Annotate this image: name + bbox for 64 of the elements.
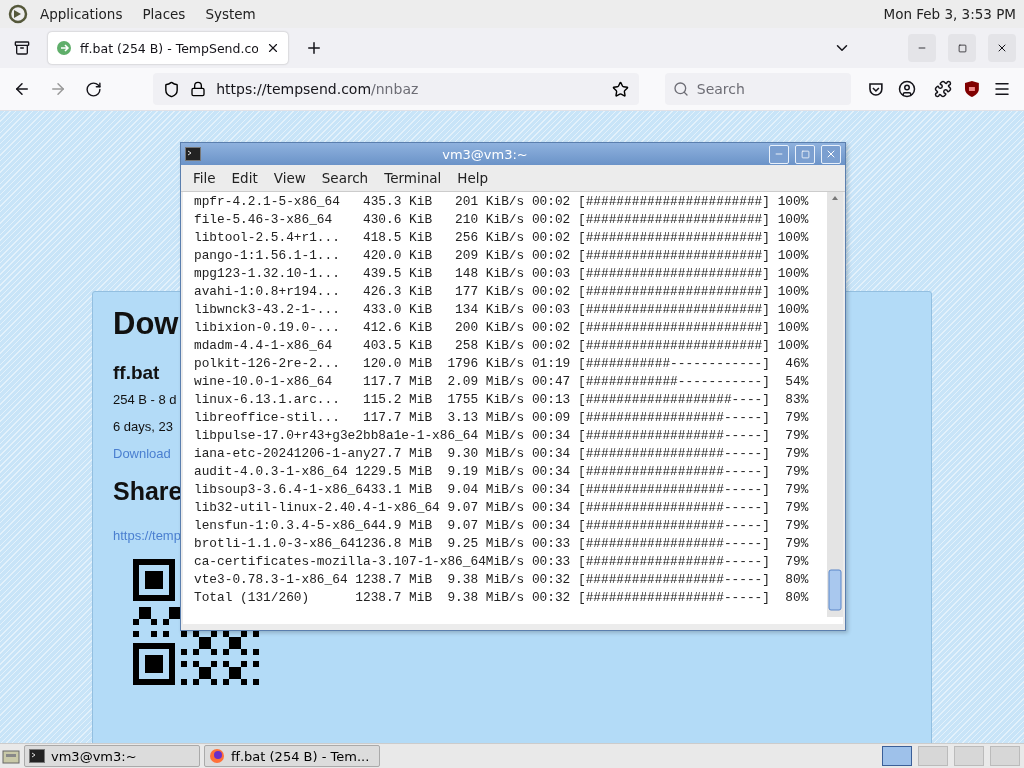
file-name: ff.bat (113, 362, 160, 384)
panel-menu[interactable]: Applications (32, 6, 131, 22)
terminal-line: ca-certificates-mozilla-3.107-1-x86_64MiB/s 00:33 [##################-----] 79% (194, 553, 810, 571)
shield-icon[interactable] (163, 80, 181, 98)
terminal-line: libixion-0.19.0-... 412.6 KiB 200 KiB/s 00:02 [#######################] 100% (194, 319, 810, 337)
lock-icon[interactable] (190, 81, 207, 97)
panel-menu[interactable]: Places (134, 6, 194, 22)
scrollbar[interactable] (827, 192, 843, 617)
terminal-line: libreoffice-stil... 117.7 MiB 3.13 MiB/s 00:09 [##################-----] 79% (194, 409, 810, 427)
terminal-line: libsoup3-3.6.4-1-x86_6433.1 MiB 9.04 MiB/s 00:34 [##################-----] 79% (194, 481, 810, 499)
workspace-switcher[interactable] (918, 746, 948, 766)
taskbar-item[interactable]: vm3@vm3:~ (24, 745, 200, 767)
terminal-line: mpfr-4.2.1-5-x86_64 435.3 KiB 201 KiB/s 00:02 [#######################] 100% (194, 193, 810, 211)
terminal-line: libpulse-17.0+r43+g3e2bb8a1e-1-x86_64 MiB/s 00:34 [##################-----] 79% (194, 427, 810, 445)
menu-item[interactable]: Edit (225, 170, 264, 186)
pocket-icon[interactable] (867, 80, 885, 98)
browser-tab[interactable]: ff.bat (254 B) - TempSend.co (48, 32, 288, 64)
page-heading: Dow (113, 306, 179, 342)
terminal-line: avahi-1:0.8+r194... 426.3 KiB 177 KiB/s 00:02 [#######################] 100% (194, 283, 810, 301)
browser-icon (209, 748, 225, 764)
search-field[interactable]: Search (664, 73, 852, 105)
maximize-icon[interactable] (948, 34, 976, 62)
menu-item[interactable]: Terminal (378, 170, 448, 186)
terminal-line: polkit-126-2re-2... 120.0 MiB 1796 KiB/s 01:19 [###########------------] 46% (194, 355, 810, 373)
terminal-line: iana-etc-20241206-1-any27.7 MiB 9.30 MiB/s 00:34 [##################-----] 79% (194, 445, 810, 463)
close-icon[interactable] (266, 41, 280, 55)
panel-menu[interactable]: System (197, 6, 264, 22)
clock[interactable]: Mon Feb 3, 3:53 PM (883, 6, 1016, 22)
search-icon (672, 81, 689, 97)
terminal-line: libtool-2.5.4+r1... 418.5 KiB 256 KiB/s 00:02 [#######################] 100% (194, 229, 810, 247)
terminal-line: vte3-0.78.3-1-x86_64 1238.7 MiB 9.38 MiB/s 00:32 [##################-----] 80% (194, 571, 810, 589)
terminal-line: wine-10.0-1-x86_64 117.7 MiB 2.09 MiB/s 00:47 [############-----------] 54% (194, 373, 810, 391)
terminal-line: mdadm-4.4-1-x86_64 403.5 KiB 258 KiB/s 00:02 [#######################] 100% (194, 337, 810, 355)
terminal-line: mpg123-1.32.10-1... 439.5 KiB 148 KiB/s 00:03 [#######################] 100% (194, 265, 810, 283)
address-bar[interactable]: https://tempsend.com/nnbaz (153, 73, 639, 105)
menu-item[interactable]: Help (451, 170, 495, 186)
close-button[interactable] (821, 144, 841, 164)
terminal-line: linux-6.13.1.arc... 115.2 MiB 1755 KiB/s 00:13 [###################----] 83% (194, 391, 810, 409)
menu-item[interactable]: Search (315, 170, 375, 186)
file-manager-icon[interactable] (2, 748, 20, 764)
workspace-switcher[interactable] (882, 746, 912, 766)
terminal-line: brotli-1.1.0-3-x86_641236.8 MiB 9.25 MiB/s 00:33 [##################-----] 79% (194, 535, 810, 553)
bookmark-star-icon[interactable] (611, 80, 629, 98)
terminal-icon (29, 749, 45, 763)
taskbar-item[interactable]: ff.bat (254 B) - Tem... (204, 745, 380, 767)
logo-icon[interactable] (8, 4, 28, 24)
maximize-icon (800, 149, 810, 159)
terminal-line: lensfun-1:0.3.4-5-x86_644.9 MiB 9.07 MiB/s 00:34 [##################-----] 79% (194, 517, 810, 535)
expiry-text: 6 days, 23 (113, 419, 173, 434)
menu-item[interactable]: View (267, 170, 312, 186)
terminal-icon (185, 147, 201, 161)
file-info: 254 B - 8 d (113, 392, 177, 407)
terminal-line: pango-1:1.56.1-1... 420.0 KiB 209 KiB/s 00:02 [#######################] 100% (194, 247, 810, 265)
terminal-line: file-5.46-3-x86_64 430.6 KiB 210 KiB/s 00:02 [#######################] 100% (194, 211, 810, 229)
terminal-line: Total (131/260) 1238.7 MiB 9.38 MiB/s 00:32 [##################-----] 80% (194, 589, 810, 607)
shield-extension-icon[interactable] (964, 80, 981, 98)
workspace-switcher[interactable] (990, 746, 1020, 766)
section-heading: Share (113, 477, 183, 506)
workspace-switcher[interactable] (954, 746, 984, 766)
terminal-line: lib32-util-linux-2.40.4-1-x86_64 9.07 MiB/s 00:34 [##################-----] 79% (194, 499, 810, 517)
terminal-line: libwnck3-43.2-1-... 433.0 KiB 134 KiB/s 00:03 [#######################] 100% (194, 301, 810, 319)
close-icon (825, 148, 837, 160)
menu-item[interactable]: File (187, 170, 222, 186)
terminal-line: audit-4.0.3-1-x86_64 1229.5 MiB 9.19 MiB/s 00:34 [##################-----] 79% (194, 463, 810, 481)
